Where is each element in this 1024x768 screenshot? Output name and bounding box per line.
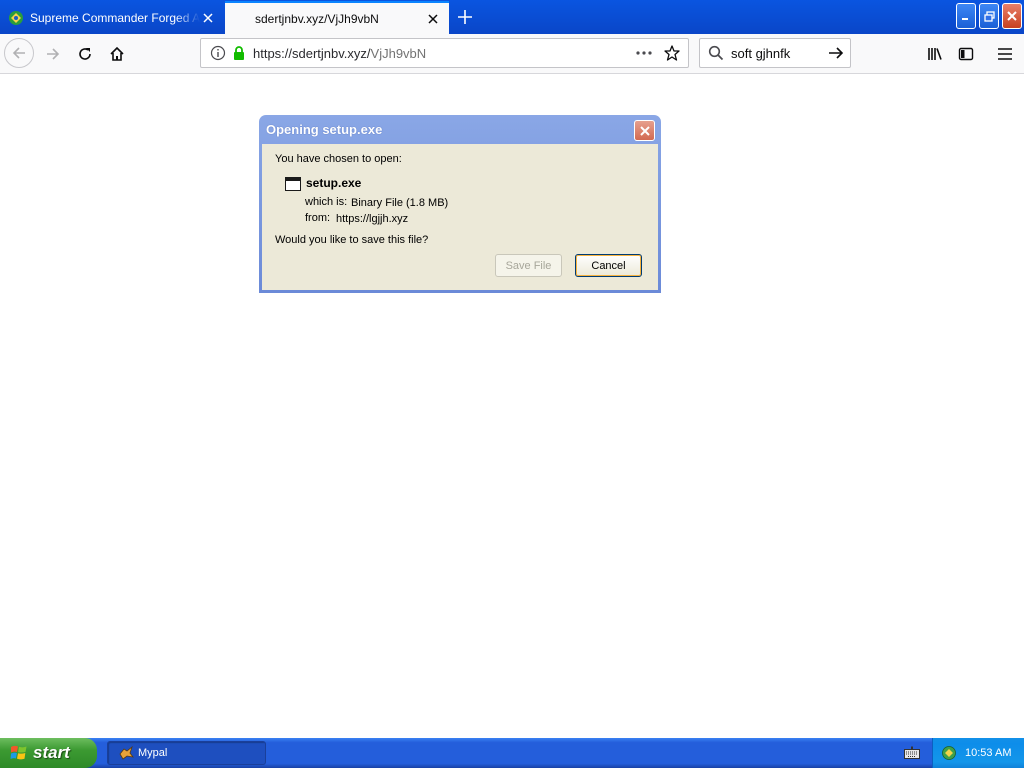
save-file-button[interactable]: Save File	[495, 254, 562, 277]
file-source-label: from:	[305, 212, 331, 224]
close-icon[interactable]	[1002, 3, 1022, 29]
lock-icon[interactable]	[232, 45, 246, 61]
keyboard-icon[interactable]	[904, 746, 920, 760]
minimize-icon[interactable]	[956, 3, 976, 29]
url-host: https://sdertjnbv.xyz/	[253, 45, 371, 61]
taskbar-item-label: Mypal	[138, 747, 168, 759]
close-icon[interactable]	[200, 10, 216, 26]
hamburger-menu-icon[interactable]	[991, 40, 1019, 68]
dialog-titlebar[interactable]: Opening setup.exe	[262, 115, 658, 144]
sidebar-icon[interactable]	[952, 40, 980, 68]
dialog-question: Would you like to save this file?	[275, 234, 429, 246]
opening-file-dialog: Opening setup.exe You have chosen to ope…	[259, 115, 661, 293]
close-icon[interactable]	[425, 11, 441, 27]
mypal-icon	[119, 745, 134, 760]
back-arrow-icon[interactable]	[4, 38, 34, 68]
network-icon[interactable]	[941, 745, 957, 761]
taskbar: start Mypal 10:53 AM	[0, 738, 1024, 768]
ellipsis-icon[interactable]	[634, 45, 654, 61]
search-input[interactable]: soft gjhnfk	[731, 46, 826, 61]
restore-icon[interactable]	[979, 3, 999, 29]
reload-icon[interactable]	[71, 40, 99, 68]
start-label: start	[33, 743, 70, 762]
url-bar[interactable]: https://sdertjnbv.xyz/VjJh9vbN	[200, 38, 689, 68]
file-type-label: which is:	[305, 196, 348, 208]
plus-icon[interactable]	[454, 6, 476, 28]
tab-sdertjnbv[interactable]: sdertjnbv.xyz/VjJh9vbN	[225, 1, 449, 34]
star-icon[interactable]	[662, 43, 682, 63]
dialog-intro-text: You have chosen to open:	[275, 153, 402, 165]
windows-logo-icon	[10, 745, 27, 760]
search-bar[interactable]: soft gjhnfk	[699, 38, 851, 68]
tab-title: Supreme Commander Forged Alliance	[30, 11, 200, 25]
window-file-icon	[285, 177, 301, 191]
tab-title: sdertjnbv.xyz/VjJh9vbN	[255, 11, 379, 26]
supreme-commander-favicon	[9, 11, 23, 25]
library-icon[interactable]	[921, 40, 949, 68]
file-source-value: https://lgjjh.xyz	[336, 213, 409, 225]
taskbar-item-mypal[interactable]: Mypal	[107, 741, 266, 765]
search-icon	[708, 45, 724, 61]
navigation-toolbar: https://sdertjnbv.xyz/VjJh9vbN soft gjhn…	[0, 34, 1024, 74]
home-icon[interactable]	[103, 40, 131, 68]
start-button[interactable]: start	[0, 738, 97, 768]
dialog-body: You have chosen to open: setup.exe which…	[262, 144, 658, 290]
tab-supreme-commander[interactable]: Supreme Commander Forged Alliance	[0, 2, 224, 34]
cancel-button[interactable]: Cancel	[575, 254, 642, 277]
file-name: setup.exe	[306, 176, 362, 190]
dialog-title: Opening setup.exe	[266, 122, 383, 137]
info-icon[interactable]	[210, 45, 226, 61]
forward-arrow-icon[interactable]	[39, 40, 67, 68]
browser-titlebar: Supreme Commander Forged Alliance sdertj…	[0, 0, 1024, 34]
arrow-right-icon[interactable]	[826, 43, 846, 63]
url-path: VjJh9vbN	[370, 45, 427, 61]
file-type-value: Binary File (1.8 MB)	[351, 197, 449, 209]
url-text[interactable]: https://sdertjnbv.xyz/VjJh9vbN	[253, 46, 634, 61]
clock[interactable]: 10:53 AM	[965, 747, 1011, 759]
system-tray: 10:53 AM	[932, 738, 1024, 768]
close-icon[interactable]	[634, 120, 655, 141]
